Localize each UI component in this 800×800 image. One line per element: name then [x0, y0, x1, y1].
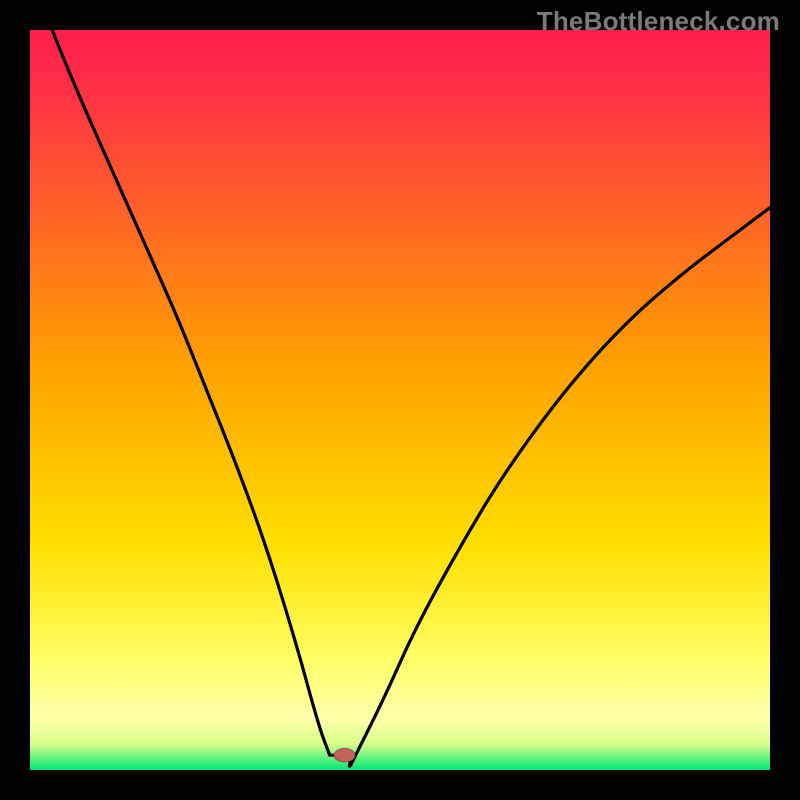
optimal-point-marker	[334, 749, 355, 762]
plot-area	[30, 30, 770, 770]
chart-svg	[30, 30, 770, 770]
chart-frame: TheBottleneck.com	[0, 0, 800, 800]
watermark-text: TheBottleneck.com	[537, 6, 780, 37]
